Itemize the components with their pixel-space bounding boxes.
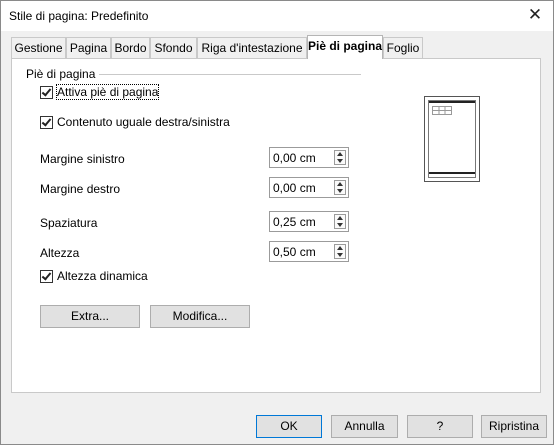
left-margin-value[interactable]: 0,00 cm (273, 151, 316, 165)
left-margin-label: Margine sinistro (40, 152, 125, 166)
checkbox-checked-icon (40, 116, 53, 129)
spacing-label: Spaziatura (40, 216, 98, 230)
reset-button[interactable]: Ripristina (481, 415, 547, 438)
decrement-arrow-icon[interactable] (335, 252, 345, 258)
left-margin-spinner[interactable]: 0,00 cm (269, 147, 349, 168)
height-label: Altezza (40, 246, 80, 260)
section-title: Piè di pagina (26, 67, 96, 81)
page-style-dialog: Stile di pagina: Predefinito ✕ Gestione … (0, 0, 554, 445)
table-grid-icon (432, 106, 452, 115)
section-divider (99, 74, 361, 75)
tab-bordo[interactable]: Bordo (111, 37, 150, 58)
decrement-arrow-icon[interactable] (335, 222, 345, 228)
enable-footer-label: Attiva piè di pagina (55, 84, 160, 100)
page-preview (424, 96, 480, 182)
same-content-label: Contenuto uguale destra/sinistra (57, 115, 230, 129)
button-row: OK Annulla ? Ripristina (1, 406, 553, 444)
dialog-body: Gestione Pagina Bordo Sfondo Riga d'inte… (1, 31, 553, 444)
increment-arrow-icon[interactable] (335, 151, 345, 157)
right-margin-spinner[interactable]: 0,00 cm (269, 177, 349, 198)
spacing-value[interactable]: 0,25 cm (273, 215, 316, 229)
tab-foglio[interactable]: Foglio (383, 37, 423, 58)
help-button[interactable]: ? (407, 415, 473, 438)
increment-arrow-icon[interactable] (335, 245, 345, 251)
tab-pie-di-pagina[interactable]: Piè di pagina (307, 35, 383, 59)
height-value[interactable]: 0,50 cm (273, 245, 316, 259)
title-bar: Stile di pagina: Predefinito ✕ (1, 1, 553, 31)
footer-panel: Piè di pagina Attiva piè di pagina Conte… (11, 58, 541, 393)
spin-buttons (334, 180, 346, 195)
dynamic-height-label: Altezza dinamica (57, 269, 148, 283)
close-icon[interactable]: ✕ (525, 5, 545, 25)
increment-arrow-icon[interactable] (335, 215, 345, 221)
tab-pagina[interactable]: Pagina (66, 37, 111, 58)
spacing-spinner[interactable]: 0,25 cm (269, 211, 349, 232)
decrement-arrow-icon[interactable] (335, 188, 345, 194)
checkbox-checked-icon (40, 86, 53, 99)
preview-header-bar (429, 101, 475, 103)
checkbox-checked-icon (40, 270, 53, 283)
spin-buttons (334, 214, 346, 229)
extra-button[interactable]: Extra... (40, 305, 140, 328)
decrement-arrow-icon[interactable] (335, 158, 345, 164)
right-margin-label: Margine destro (40, 182, 121, 196)
spin-buttons (334, 150, 346, 165)
spin-buttons (334, 244, 346, 259)
tab-sfondo[interactable]: Sfondo (150, 37, 197, 58)
cancel-button[interactable]: Annulla (331, 415, 398, 438)
preview-footer-bar (429, 172, 475, 174)
page-preview-frame (428, 100, 476, 178)
height-spinner[interactable]: 0,50 cm (269, 241, 349, 262)
increment-arrow-icon[interactable] (335, 181, 345, 187)
window-title: Stile di pagina: Predefinito (9, 9, 149, 23)
edit-button[interactable]: Modifica... (150, 305, 250, 328)
right-margin-value[interactable]: 0,00 cm (273, 181, 316, 195)
tab-gestione[interactable]: Gestione (11, 37, 66, 58)
ok-button[interactable]: OK (256, 415, 322, 438)
tab-riga-intestazione[interactable]: Riga d'intestazione (197, 37, 307, 58)
